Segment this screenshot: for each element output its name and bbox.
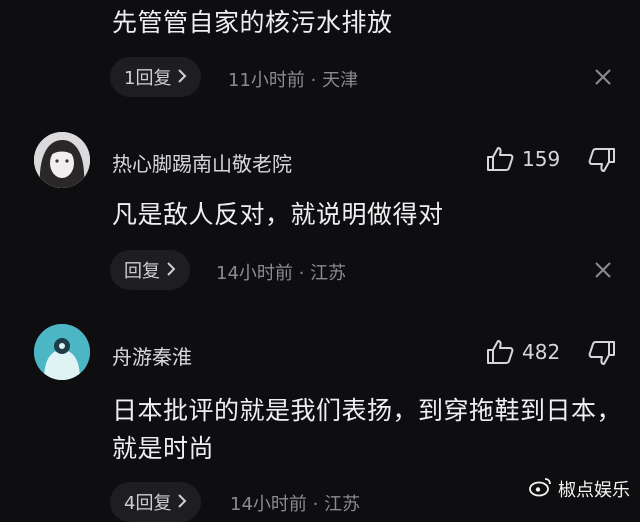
comment-time: 14小时前 bbox=[216, 263, 293, 284]
comment-location: 江苏 bbox=[324, 494, 361, 515]
comment-location: 天津 bbox=[322, 70, 359, 91]
avatar[interactable] bbox=[34, 324, 90, 380]
meta-separator: · bbox=[310, 70, 317, 91]
like-button[interactable]: 159 bbox=[486, 146, 560, 172]
watermark-text: 椒点娱乐 bbox=[558, 480, 630, 501]
comment-meta: 14小时前 · 江苏 bbox=[216, 259, 346, 285]
thumbs-down-icon bbox=[588, 340, 616, 366]
comment-text: 日本批评的就是我们表扬，到穿拖鞋到日本，就是时尚 bbox=[112, 396, 623, 463]
comment-meta: 11小时前 · 天津 bbox=[228, 66, 358, 92]
dislike-button[interactable] bbox=[588, 340, 616, 366]
comment-location: 江苏 bbox=[310, 263, 347, 284]
like-count: 482 bbox=[522, 340, 561, 364]
comment-text: 凡是敌人反对，就说明做得对 bbox=[112, 200, 444, 229]
dislike-button[interactable] bbox=[588, 147, 616, 173]
thumbs-up-icon bbox=[486, 146, 514, 172]
reply-label: 1回复 bbox=[124, 68, 172, 89]
meta-separator: · bbox=[298, 263, 305, 284]
reply-button[interactable]: 回复 bbox=[110, 250, 190, 290]
reply-label: 4回复 bbox=[124, 493, 172, 514]
watermark: 椒点娱乐 bbox=[528, 476, 630, 502]
comment-time: 11小时前 bbox=[228, 70, 305, 91]
weibo-logo-icon bbox=[528, 477, 552, 502]
meta-separator: · bbox=[312, 494, 319, 515]
avatar[interactable] bbox=[34, 132, 90, 188]
thumbs-down-icon bbox=[588, 147, 616, 173]
chevron-right-icon bbox=[166, 260, 176, 281]
comment-time: 14小时前 bbox=[230, 494, 307, 515]
reply-label: 回复 bbox=[124, 261, 160, 282]
close-icon[interactable] bbox=[594, 261, 612, 283]
username[interactable]: 热心脚踢南山敬老院 bbox=[112, 148, 292, 177]
username[interactable]: 舟游秦淮 bbox=[112, 341, 192, 370]
reply-button[interactable]: 4回复 bbox=[110, 482, 202, 522]
close-icon[interactable] bbox=[594, 68, 612, 90]
like-button[interactable]: 482 bbox=[486, 339, 560, 365]
thumbs-up-icon bbox=[486, 339, 514, 365]
comment-meta: 14小时前 · 江苏 bbox=[230, 490, 360, 516]
reply-button[interactable]: 1回复 bbox=[110, 57, 202, 97]
like-count: 159 bbox=[522, 147, 561, 171]
chevron-right-icon bbox=[177, 492, 187, 513]
comment-text: 先管管自家的核污水排放 bbox=[112, 8, 393, 37]
chevron-right-icon bbox=[177, 67, 187, 88]
